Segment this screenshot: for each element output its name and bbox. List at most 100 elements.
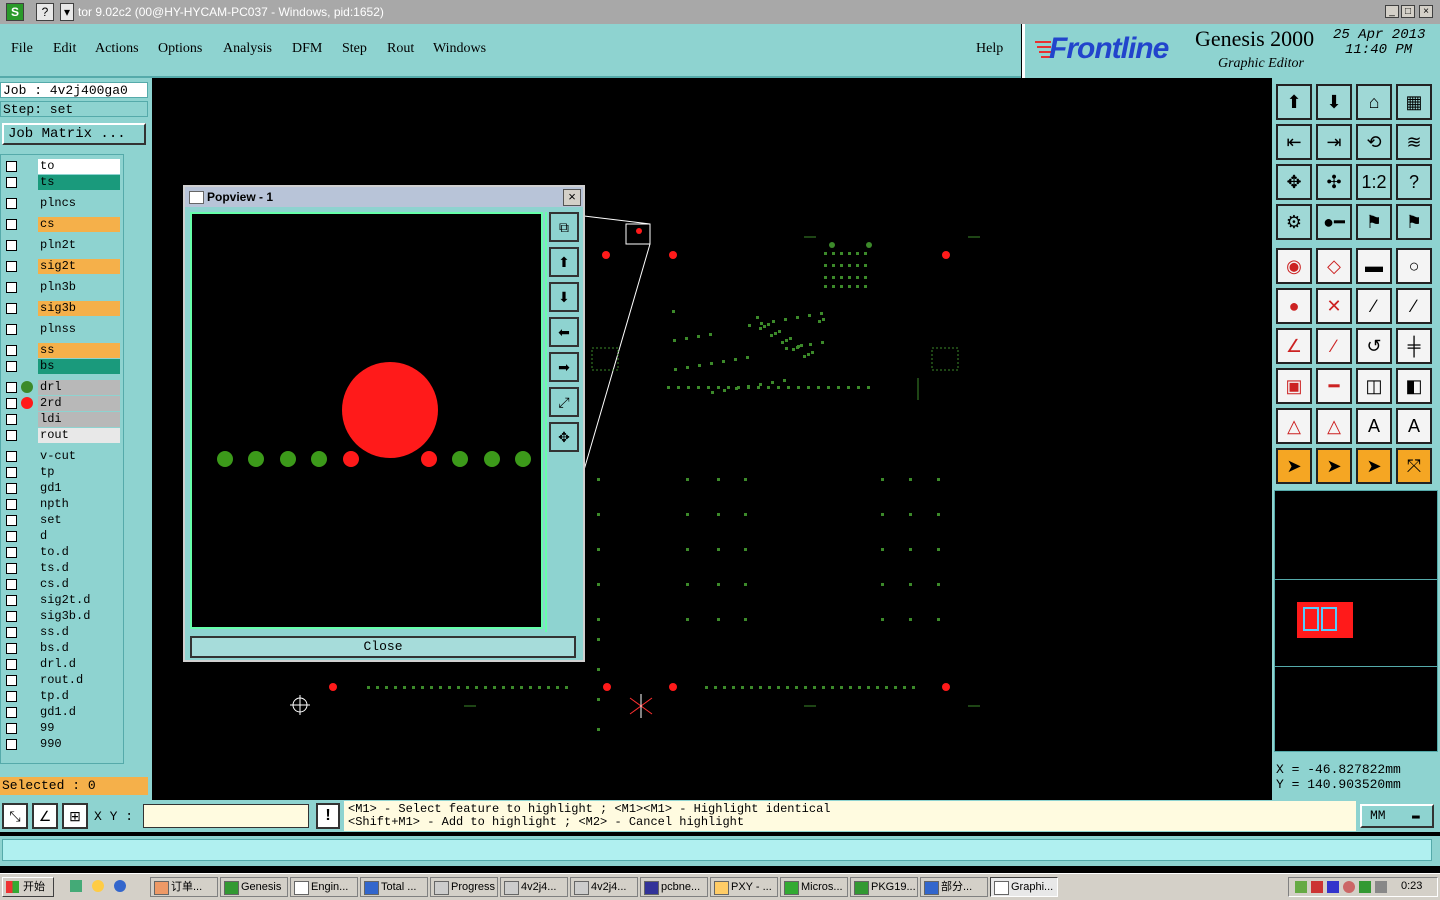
ruler-icon[interactable]: ▬ [1356,248,1392,284]
pad-marker[interactable] [636,228,642,234]
menu-step[interactable]: Step [342,41,367,57]
alert-icon[interactable]: ! [316,803,340,829]
pointer-icon[interactable]: ➤ [1276,448,1312,484]
tray-sync-icon[interactable] [1359,881,1371,893]
popview-canvas[interactable] [190,212,543,629]
job-matrix-button[interactable]: Job Matrix ... [2,123,146,145]
layer-checkbox[interactable] [6,361,17,372]
pan-right-icon[interactable]: ⇥ [1316,124,1352,160]
snap-icon[interactable]: ⚑ [1356,204,1392,240]
layer-checkbox[interactable] [6,345,17,356]
layer-checkbox[interactable] [6,723,17,734]
layer-row-990[interactable]: 990 [4,737,120,752]
menu-help[interactable]: Help [976,41,1003,57]
tray-app-icon[interactable] [1295,881,1307,893]
maximize-button[interactable]: □ [1401,5,1415,18]
layer-checkbox[interactable] [6,261,17,272]
layer-row-gd1-d[interactable]: gd1.d [4,705,120,720]
menu-analysis[interactable]: Analysis [223,41,272,57]
popview-zoom-in-icon[interactable]: ✥ [549,422,579,452]
layer-checkbox[interactable] [6,547,17,558]
xy-input[interactable] [143,804,309,828]
node-icon[interactable]: ● [1276,288,1312,324]
pan-left-icon[interactable]: ⇤ [1276,124,1312,160]
popview-close-icon[interactable]: × [563,189,581,206]
layer-row-ss[interactable]: ss [4,343,120,358]
layer-row-ts-d[interactable]: ts.d [4,561,120,576]
taskbar-item[interactable]: Engin... [290,877,358,897]
cross-icon[interactable]: ✕ [1316,288,1352,324]
tray-security-icon[interactable] [1343,881,1355,893]
layer-checkbox[interactable] [6,659,17,670]
pad-marker[interactable] [942,251,950,259]
layer-checkbox[interactable] [6,198,17,209]
layer-row-npth[interactable]: npth [4,497,120,512]
layers-icon[interactable]: ≋ [1396,124,1432,160]
menu-rout[interactable]: Rout [387,41,414,57]
pad-marker[interactable] [669,251,677,259]
popview-pan-left-icon[interactable]: ⬅ [549,317,579,347]
layer-row-drl-d[interactable]: drl.d [4,657,120,672]
pad-marker[interactable] [942,683,950,691]
pad-marker[interactable] [603,683,611,691]
shape-icon[interactable]: ◇ [1316,248,1352,284]
dropdown-icon[interactable]: ▾ [60,3,74,21]
layer-checkbox[interactable] [6,579,17,590]
overlap-icon[interactable]: ◧ [1396,368,1432,404]
layer-row-sig2t-d[interactable]: sig2t.d [4,593,120,608]
app-icon[interactable]: S [6,3,24,21]
taskbar-item[interactable]: Graphi... [990,877,1058,897]
close-window-button[interactable]: × [1419,5,1433,18]
triangle-icon[interactable]: △ [1276,408,1312,444]
layer-row-plncs[interactable]: plncs [4,196,120,211]
layer-checkbox[interactable] [6,430,17,441]
snap-alt-icon[interactable]: ⚑ [1396,204,1432,240]
layer-checkbox[interactable] [6,414,17,425]
layer-row-v-cut[interactable]: v-cut [4,449,120,464]
measure-icon[interactable]: ∠ [32,803,58,829]
line-icon[interactable]: ∕ [1356,288,1392,324]
pad-marker[interactable] [669,683,677,691]
layer-row-cs[interactable]: cs [4,217,120,232]
taskbar-item[interactable]: PXY - ... [710,877,778,897]
taskbar-item[interactable]: Micros... [780,877,848,897]
taskbar-item[interactable]: 订单... [150,877,218,897]
layer-row-99[interactable]: 99 [4,721,120,736]
pointer-circle-icon[interactable]: ➤ [1356,448,1392,484]
layer-checkbox[interactable] [6,515,17,526]
zoom-center-icon[interactable]: ✣ [1316,164,1352,200]
slope-icon[interactable]: ∕ [1316,328,1352,364]
layer-checkbox[interactable] [6,467,17,478]
show-desktop-icon[interactable] [70,880,82,892]
menu-actions[interactable]: Actions [95,41,139,57]
layer-row-gd1[interactable]: gd1 [4,481,120,496]
popview-zoom-fit-icon[interactable]: ⧉ [549,212,579,242]
popview-zoom-out-icon[interactable]: ⤢ [549,387,579,417]
text-bold-icon[interactable]: A [1356,408,1392,444]
text-alt-icon[interactable]: A [1396,408,1432,444]
layer-checkbox[interactable] [6,161,17,172]
menu-edit[interactable]: Edit [53,41,76,57]
layer-checkbox[interactable] [6,499,17,510]
popview-pan-right-icon[interactable]: ➡ [549,352,579,382]
layer-checkbox[interactable] [6,643,17,654]
pan-down-icon[interactable]: ⬇ [1316,84,1352,120]
units-selector[interactable]: MM ▬ [1360,804,1434,828]
layer-checkbox[interactable] [6,382,17,393]
layer-row-ss-d[interactable]: ss.d [4,625,120,640]
layer-checkbox[interactable] [6,398,17,409]
key-icon[interactable]: ●━ [1316,204,1352,240]
overview-map[interactable] [1274,490,1438,752]
popview-close-button[interactable]: Close [190,636,576,658]
layer-checkbox[interactable] [6,219,17,230]
layer-checkbox[interactable] [6,303,17,314]
layer-checkbox[interactable] [6,324,17,335]
settings-icon[interactable]: ⚙ [1276,204,1312,240]
layer-checkbox[interactable] [6,483,17,494]
layer-row-set[interactable]: set [4,513,120,528]
popview-pan-up-icon[interactable]: ⬆ [549,247,579,277]
layer-row-ldi[interactable]: ldi [4,412,120,427]
grid-icon[interactable]: ⊞ [62,803,88,829]
menu-windows[interactable]: Windows [433,41,486,57]
start-button[interactable]: 开始 [2,877,54,897]
